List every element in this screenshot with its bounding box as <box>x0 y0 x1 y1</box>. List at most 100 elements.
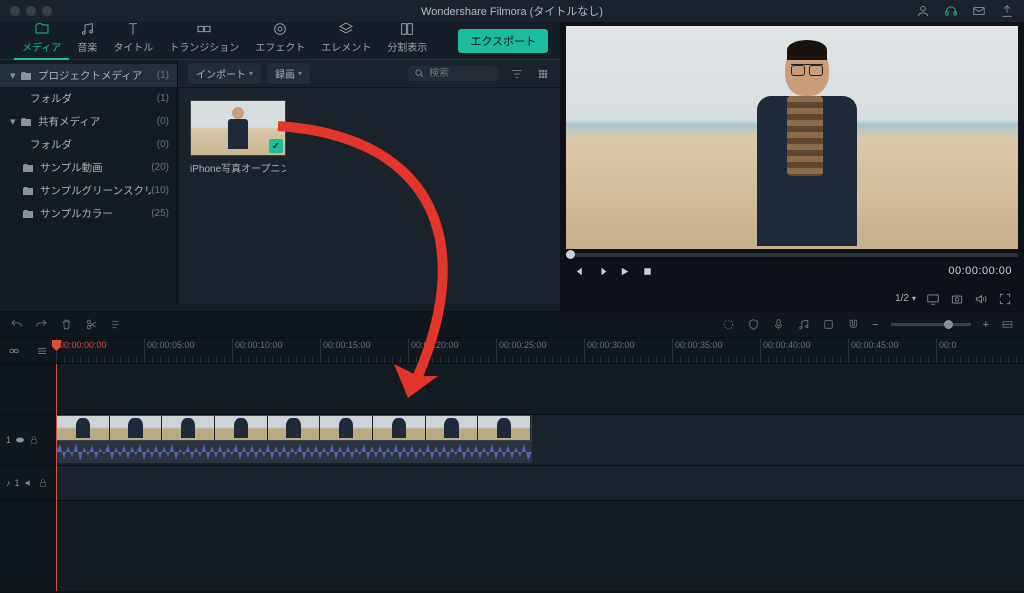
scissors-icon[interactable] <box>85 318 98 331</box>
timeline-header: 00:00:00:0000:00:05:0000:00:10:0000:00:1… <box>0 338 1024 364</box>
sidebar-item-project-media[interactable]: ▾ プロジェクトメディア (1) <box>0 64 177 87</box>
transition-icon <box>196 21 212 37</box>
scrub-handle[interactable] <box>566 250 575 259</box>
mic-icon[interactable] <box>772 318 785 331</box>
media-sidebar: ▾ プロジェクトメディア (1) フォルダ (1) ▾ 共有メディア (0) フ… <box>0 60 178 304</box>
snapshot-icon[interactable] <box>950 292 964 306</box>
marker-icon[interactable] <box>822 318 835 331</box>
render-icon[interactable] <box>722 318 735 331</box>
folder-icon <box>22 186 34 196</box>
tracks-icon[interactable] <box>36 345 48 357</box>
main-tabs: メディア 音楽 タイトル トランジション エフェクト エレメント <box>0 22 560 60</box>
tab-title[interactable]: タイトル <box>105 18 161 59</box>
folder-icon <box>22 163 34 173</box>
search-field[interactable] <box>429 68 489 79</box>
window-controls[interactable] <box>0 6 52 16</box>
tab-split[interactable]: 分割表示 <box>379 18 435 59</box>
playhead[interactable] <box>56 364 57 591</box>
preview-panel: 00:00:00:00 1/2▾ <box>560 22 1024 311</box>
shield-icon[interactable] <box>747 318 760 331</box>
display-icon[interactable] <box>926 292 940 306</box>
preview-scrub[interactable] <box>566 253 1018 257</box>
search-input[interactable] <box>408 66 498 81</box>
preview-tools: 1/2▾ <box>566 285 1018 311</box>
timeline-clip[interactable] <box>56 415 532 465</box>
sidebar-item-folder-1[interactable]: フォルダ (1) <box>0 87 177 110</box>
trash-icon[interactable] <box>60 318 73 331</box>
volume-icon[interactable] <box>974 292 988 306</box>
stop-icon[interactable] <box>641 265 654 278</box>
zoom-knob[interactable] <box>944 320 953 329</box>
media-browser: インポート▾ 録画▾ ✓ iPhone写真オープ <box>178 60 560 304</box>
audio-track-head[interactable]: ♪ 1 <box>0 466 56 500</box>
preview-canvas[interactable] <box>566 26 1018 249</box>
close-dot[interactable] <box>10 6 20 16</box>
import-button[interactable]: インポート▾ <box>188 63 261 84</box>
app-title: Wondershare Filmora (タイトルなし) <box>421 3 603 19</box>
min-dot[interactable] <box>26 6 36 16</box>
clip-waveform <box>56 441 532 463</box>
lock-icon[interactable] <box>38 478 48 488</box>
sidebar-item-sample-color[interactable]: サンプルカラー (25) <box>0 202 177 225</box>
music-tl-icon[interactable] <box>797 318 810 331</box>
preview-zoom[interactable]: 1/2▾ <box>895 293 916 304</box>
tab-audio[interactable]: 音楽 <box>69 18 105 59</box>
zoom-out-icon[interactable]: − <box>872 319 878 331</box>
magnet-icon[interactable] <box>847 318 860 331</box>
search-icon <box>414 68 425 79</box>
effect-icon <box>272 21 288 37</box>
titlebar-actions <box>916 4 1014 18</box>
grid-view-icon[interactable] <box>536 67 550 81</box>
split-icon <box>399 21 415 37</box>
sidebar-item-folder-2[interactable]: フォルダ (0) <box>0 133 177 156</box>
mail-icon[interactable] <box>972 4 986 18</box>
tab-media[interactable]: メディア <box>14 18 69 59</box>
upper-panels: メディア 音楽 タイトル トランジション エフェクト エレメント <box>0 22 1024 312</box>
redo-icon[interactable] <box>35 318 48 331</box>
sidebar-item-sample-video[interactable]: サンプル動画 (20) <box>0 156 177 179</box>
audio-track: ♪ 1 <box>0 466 1024 501</box>
edit-list-icon[interactable] <box>110 318 123 331</box>
fit-icon[interactable] <box>1001 318 1014 331</box>
video-track: 1 <box>0 415 1024 466</box>
upload-icon[interactable] <box>1000 4 1014 18</box>
media-clip[interactable]: ✓ iPhone写真オープニング <box>190 100 286 175</box>
speaker-icon[interactable] <box>24 478 34 488</box>
chevron-down-icon: ▾ <box>10 69 20 82</box>
check-icon: ✓ <box>269 139 283 153</box>
fullscreen-icon[interactable] <box>998 292 1012 306</box>
prev-frame-icon[interactable] <box>572 265 585 278</box>
tab-effect[interactable]: エフェクト <box>247 18 313 59</box>
link-icon[interactable] <box>8 345 20 357</box>
play-icon[interactable] <box>618 265 631 278</box>
tab-element[interactable]: エレメント <box>313 18 379 59</box>
folder-icon <box>34 21 50 37</box>
record-button[interactable]: 録画▾ <box>267 63 310 84</box>
export-button[interactable]: エクスポート <box>458 29 548 53</box>
folder-icon <box>20 71 32 81</box>
lock-icon[interactable] <box>29 435 39 445</box>
text-icon <box>125 21 141 37</box>
headset-icon[interactable] <box>944 4 958 18</box>
folder-icon <box>22 209 34 219</box>
timeline-ruler[interactable]: 00:00:00:0000:00:05:0000:00:10:0000:00:1… <box>56 338 1024 363</box>
undo-icon[interactable] <box>10 318 23 331</box>
max-dot[interactable] <box>42 6 52 16</box>
video-track-head[interactable]: 1 <box>0 415 56 465</box>
eye-icon[interactable] <box>15 435 25 445</box>
clip-thumbnail[interactable]: ✓ <box>190 100 286 156</box>
element-icon <box>338 21 354 37</box>
filter-icon[interactable] <box>510 67 524 81</box>
timeline-toolbar: − + <box>0 312 1024 338</box>
tab-transition[interactable]: トランジション <box>161 18 247 59</box>
media-grid: ✓ iPhone写真オープニング <box>178 88 560 304</box>
zoom-in-icon[interactable]: + <box>983 319 989 331</box>
clip-name: iPhone写真オープニング <box>190 160 286 175</box>
sidebar-item-sample-greenscreen[interactable]: サンプルグリーンスクリーン (10) <box>0 179 177 202</box>
account-icon[interactable] <box>916 4 930 18</box>
folder-icon <box>20 117 32 127</box>
play-pause-icon[interactable] <box>595 265 608 278</box>
zoom-slider[interactable] <box>891 323 971 326</box>
sidebar-item-shared-media[interactable]: ▾ 共有メディア (0) <box>0 110 177 133</box>
chevron-down-icon: ▾ <box>10 115 20 128</box>
